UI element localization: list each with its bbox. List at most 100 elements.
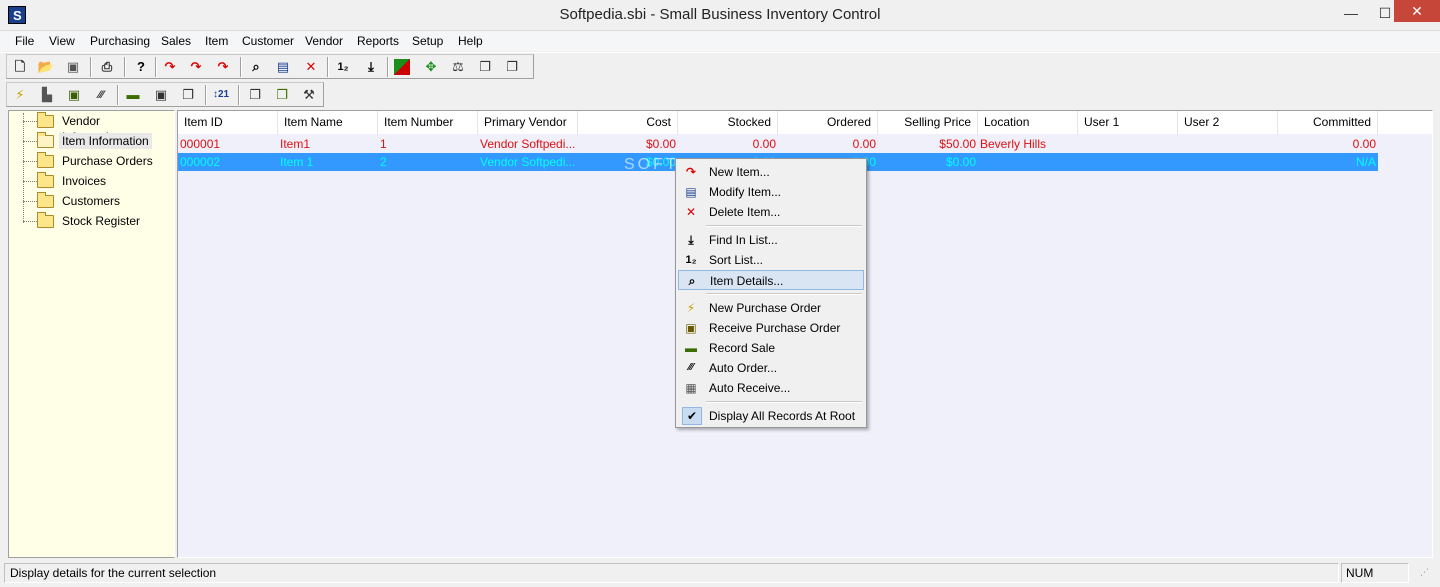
menu-item-label: Receive Purchase Order bbox=[709, 321, 841, 335]
balance-icon[interactable]: ⚖ bbox=[448, 57, 468, 77]
register-icon[interactable]: ❐ bbox=[178, 85, 198, 105]
insert-item-icon[interactable]: ↷ bbox=[186, 57, 206, 77]
tree-label: Purchase Orders bbox=[62, 154, 153, 168]
column-header-item-name[interactable]: Item Name bbox=[278, 111, 378, 134]
menu-vendor[interactable]: Vendor bbox=[305, 34, 343, 48]
column-header-location[interactable]: Location bbox=[978, 111, 1078, 134]
context-menu-find-in-list[interactable]: ⤓ Find In List... bbox=[678, 230, 864, 250]
paste-icon[interactable]: ❐ bbox=[502, 57, 522, 77]
new-po-icon[interactable]: ⚡ bbox=[10, 85, 30, 105]
menu-item-label: Find In List... bbox=[709, 233, 778, 247]
refresh-icon[interactable]: ✥ bbox=[421, 57, 441, 77]
tree-item-item-information[interactable]: Item Information bbox=[9, 132, 159, 151]
print-icon[interactable]: ⎙ bbox=[97, 57, 117, 77]
help-icon[interactable]: ? bbox=[131, 57, 151, 77]
context-menu-sort-list[interactable]: 1₂ Sort List... bbox=[678, 250, 864, 270]
check-icon: ✔ bbox=[682, 407, 702, 425]
context-menu-modify-item[interactable]: ▤ Modify Item... bbox=[678, 182, 864, 202]
find-icon[interactable]: ⌕ bbox=[246, 57, 266, 77]
invoice-icon[interactable]: ▣ bbox=[151, 85, 171, 105]
context-menu-new-purchase-order[interactable]: ⚡ New Purchase Order bbox=[678, 298, 864, 318]
column-header-item-id[interactable]: Item ID bbox=[178, 111, 278, 134]
record-sale-icon[interactable]: ▣ bbox=[64, 85, 84, 105]
context-menu-auto-receive[interactable]: ▦ Auto Receive... bbox=[678, 378, 864, 398]
grid-icon[interactable]: ❐ bbox=[245, 85, 265, 105]
context-menu-new-item[interactable]: ↷ New Item... bbox=[678, 162, 864, 182]
cell-item-name: Item1 bbox=[280, 137, 311, 151]
context-menu-receive-purchase-order[interactable]: ▣ Receive Purchase Order bbox=[678, 318, 864, 338]
column-header-committed[interactable]: Committed bbox=[1278, 111, 1378, 134]
menu-setup[interactable]: Setup bbox=[412, 34, 443, 48]
tree-item-stock-register[interactable]: Stock Register bbox=[9, 212, 159, 231]
grid2-icon[interactable]: ❐ bbox=[272, 85, 292, 105]
column-header-primary-vendor[interactable]: Primary Vendor bbox=[478, 111, 578, 134]
sort-icon[interactable]: 1₂ bbox=[333, 57, 353, 77]
menu-file[interactable]: File bbox=[15, 34, 34, 48]
new-item-icon[interactable]: ↷ bbox=[160, 57, 180, 77]
secondary-toolbar: ⚡ ▙ ▣ ⁄⁄⁄ ▬ ▣ ❐ ↕21 ❐ ❐ ⚒ bbox=[0, 81, 1440, 108]
close-button[interactable]: ✕ bbox=[1394, 0, 1440, 22]
new-item-icon: ↷ bbox=[685, 165, 697, 179]
open-folder-icon[interactable]: 📂 bbox=[36, 57, 56, 77]
menu-view[interactable]: View bbox=[49, 34, 75, 48]
menu-item-label: Auto Order... bbox=[709, 361, 778, 375]
column-header-selling-price[interactable]: Selling Price bbox=[878, 111, 978, 134]
cell-primary-vendor: Vendor Softpedi... bbox=[480, 155, 576, 169]
toolbar-separator bbox=[238, 85, 240, 105]
menu-item-label: Item Details... bbox=[710, 274, 784, 288]
menu-reports[interactable]: Reports bbox=[357, 34, 399, 48]
auto-order-icon[interactable]: ⁄⁄⁄ bbox=[91, 85, 111, 105]
tree-label: Stock Register bbox=[62, 214, 141, 228]
column-header-stocked[interactable]: Stocked bbox=[678, 111, 778, 134]
menu-separator bbox=[706, 401, 862, 403]
context-menu-auto-order[interactable]: ⁄⁄⁄ Auto Order... bbox=[678, 358, 864, 378]
menu-sales[interactable]: Sales bbox=[161, 34, 191, 48]
context-menu-display-all-records[interactable]: ✔ Display All Records At Root bbox=[678, 406, 864, 426]
save-icon[interactable]: ▣ bbox=[63, 57, 83, 77]
toolbar-separator bbox=[387, 57, 389, 77]
table-row[interactable]: 000001 Item1 1 Vendor Softpedi... $0.00 … bbox=[178, 135, 1378, 153]
column-header-item-number[interactable]: Item Number bbox=[378, 111, 478, 134]
toolbar-separator bbox=[90, 57, 92, 77]
menu-customer[interactable]: Customer bbox=[242, 34, 294, 48]
modify-icon[interactable]: ▤ bbox=[273, 57, 293, 77]
copy-icon[interactable]: ❐ bbox=[475, 57, 495, 77]
menu-item-label: Auto Receive... bbox=[709, 381, 791, 395]
column-header-user-2[interactable]: User 2 bbox=[1178, 111, 1278, 134]
menu-separator bbox=[706, 293, 862, 295]
status-bar: Display details for the current selectio… bbox=[0, 561, 1440, 587]
context-menu-record-sale[interactable]: ▬ Record Sale bbox=[678, 338, 864, 358]
column-header-ordered[interactable]: Ordered bbox=[778, 111, 878, 134]
delete-icon: ✕ bbox=[685, 205, 697, 219]
modify-item-icon: ▤ bbox=[685, 185, 697, 199]
find-in-list-icon[interactable]: ⤓ bbox=[361, 57, 381, 77]
color-icon[interactable] bbox=[394, 59, 410, 75]
column-header-cost[interactable]: Cost bbox=[578, 111, 678, 134]
resize-grip-icon[interactable]: ⋰ bbox=[1420, 567, 1434, 581]
cell-selling-price: $0.00 bbox=[945, 155, 976, 169]
toolbar-separator bbox=[155, 57, 157, 77]
edit-item-icon[interactable]: ↷ bbox=[213, 57, 233, 77]
cash-icon[interactable]: ▬ bbox=[123, 85, 143, 105]
tools-icon[interactable]: ⚒ bbox=[299, 85, 319, 105]
minimize-button[interactable]: — bbox=[1334, 0, 1368, 26]
window-title: Softpedia.sbi - Small Business Inventory… bbox=[559, 6, 881, 23]
context-menu-item-details[interactable]: ⌕ Item Details... bbox=[678, 270, 864, 290]
tree-connector bbox=[23, 201, 37, 202]
cell-item-id: 000002 bbox=[180, 155, 221, 169]
menu-purchasing[interactable]: Purchasing bbox=[90, 34, 150, 48]
new-file-icon[interactable]: 🗋 bbox=[10, 57, 30, 77]
tree-item-customers[interactable]: Customers bbox=[9, 192, 159, 211]
tree-item-invoices[interactable]: Invoices bbox=[9, 172, 159, 191]
column-header-user-1[interactable]: User 1 bbox=[1078, 111, 1178, 134]
menu-item[interactable]: Item bbox=[205, 34, 228, 48]
sort-az-icon[interactable]: ↕21 bbox=[211, 85, 231, 105]
cell-selling-price: $50.00 bbox=[939, 137, 976, 151]
delete-icon[interactable]: ✕ bbox=[301, 57, 321, 77]
tree-item-purchase-orders[interactable]: Purchase Orders bbox=[9, 152, 159, 171]
cell-ordered: 0.00 bbox=[852, 137, 876, 151]
tree-item-vendor-information[interactable]: Vendor Information bbox=[9, 112, 159, 144]
context-menu-delete-item[interactable]: ✕ Delete Item... bbox=[678, 202, 864, 222]
receive-po-icon[interactable]: ▙ bbox=[37, 85, 57, 105]
menu-help[interactable]: Help bbox=[458, 34, 483, 48]
